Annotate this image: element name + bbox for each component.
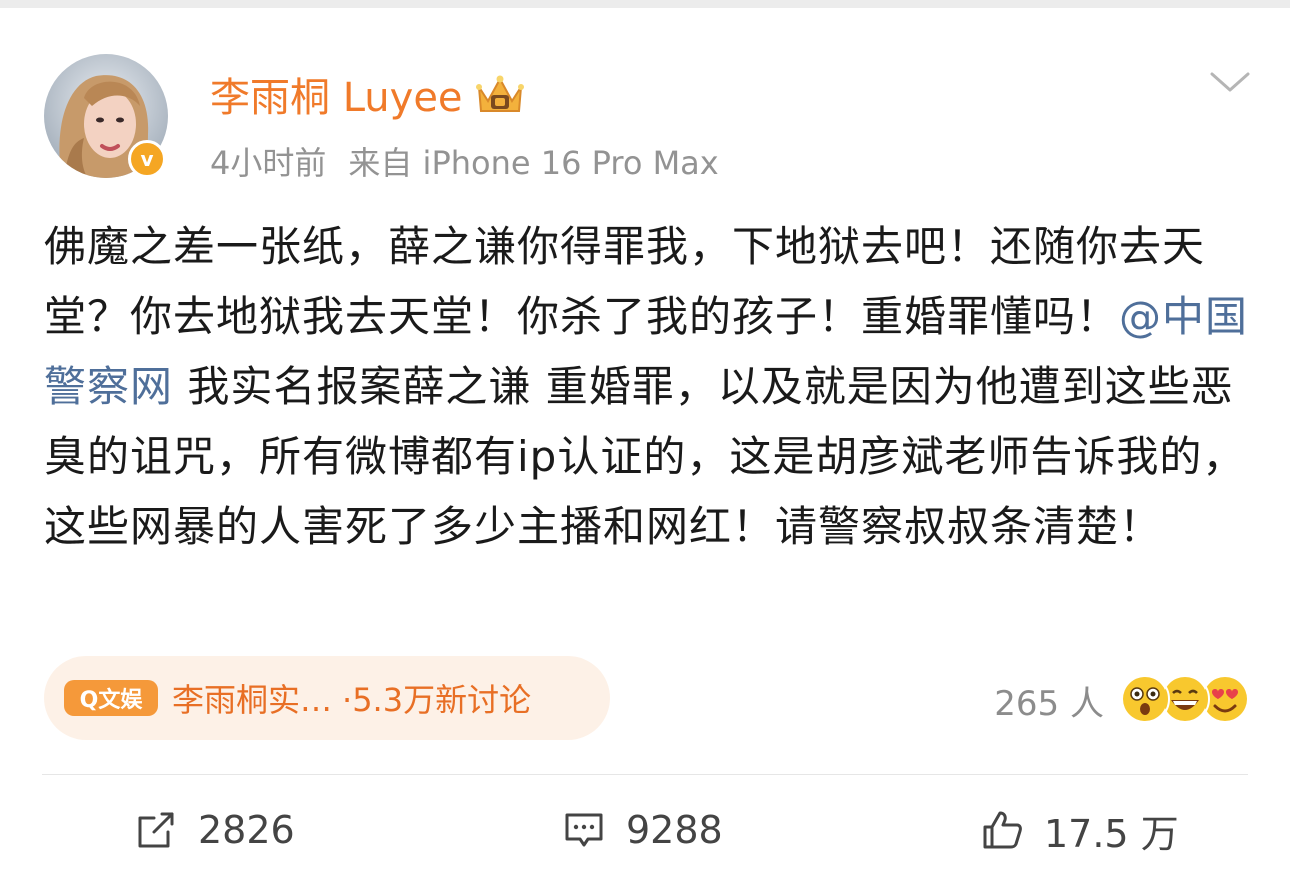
comment-icon — [565, 813, 603, 847]
action-bar-divider — [42, 774, 1248, 775]
chevron-down-icon[interactable] — [1206, 66, 1254, 98]
like-button[interactable]: 17.5 万 — [980, 800, 1179, 860]
user-name-row[interactable]: 李雨桐 Luyee — [210, 66, 527, 122]
like-count: 17.5 万 — [1044, 811, 1179, 856]
thumbs-up-icon — [983, 811, 1022, 849]
topic-discussion-count: ·5.3万新讨论 — [342, 681, 532, 719]
comment-button[interactable]: 9288 — [562, 800, 723, 860]
post-text-part-1: 佛魔之差一张纸，薛之谦你得罪我，下地狱去吧！还随你去天堂？你去地狱我去天堂！你杀… — [44, 222, 1206, 341]
verified-badge-icon: v — [128, 140, 166, 178]
topic-category-badge: Q文娱 — [64, 680, 158, 716]
repost-button[interactable]: 2826 — [134, 800, 295, 860]
topic-pill[interactable]: Q文娱 李雨桐实… ·5.3万新讨论 — [44, 656, 610, 740]
post-source: 来自 iPhone 16 Pro Max — [348, 144, 719, 182]
crown-badge-icon — [473, 71, 527, 117]
reaction-emoji-stack[interactable] — [1120, 674, 1250, 726]
top-divider-strip — [0, 0, 1290, 8]
repost-count: 2826 — [198, 808, 295, 852]
reaction-count[interactable]: 265 人 — [994, 676, 1104, 725]
post-text-part-2: 我实名报案薛之谦 重婚罪，以及就是因为他遭到这些恶臭的诅咒，所有微博都有ip认证… — [44, 362, 1246, 551]
post-body: 佛魔之差一张纸，薛之谦你得罪我，下地狱去吧！还随你去天堂？你去地狱我去天堂！你杀… — [44, 212, 1254, 562]
topic-name: 李雨桐实… — [172, 681, 333, 719]
user-name[interactable]: 李雨桐 Luyee — [210, 65, 463, 123]
share-icon — [138, 812, 174, 848]
shocked-emoji-icon — [1120, 674, 1170, 724]
comment-count: 9288 — [626, 808, 723, 852]
post-meta: 4小时前 来自 iPhone 16 Pro Max — [210, 138, 719, 184]
post-time: 4小时前 — [210, 144, 327, 182]
